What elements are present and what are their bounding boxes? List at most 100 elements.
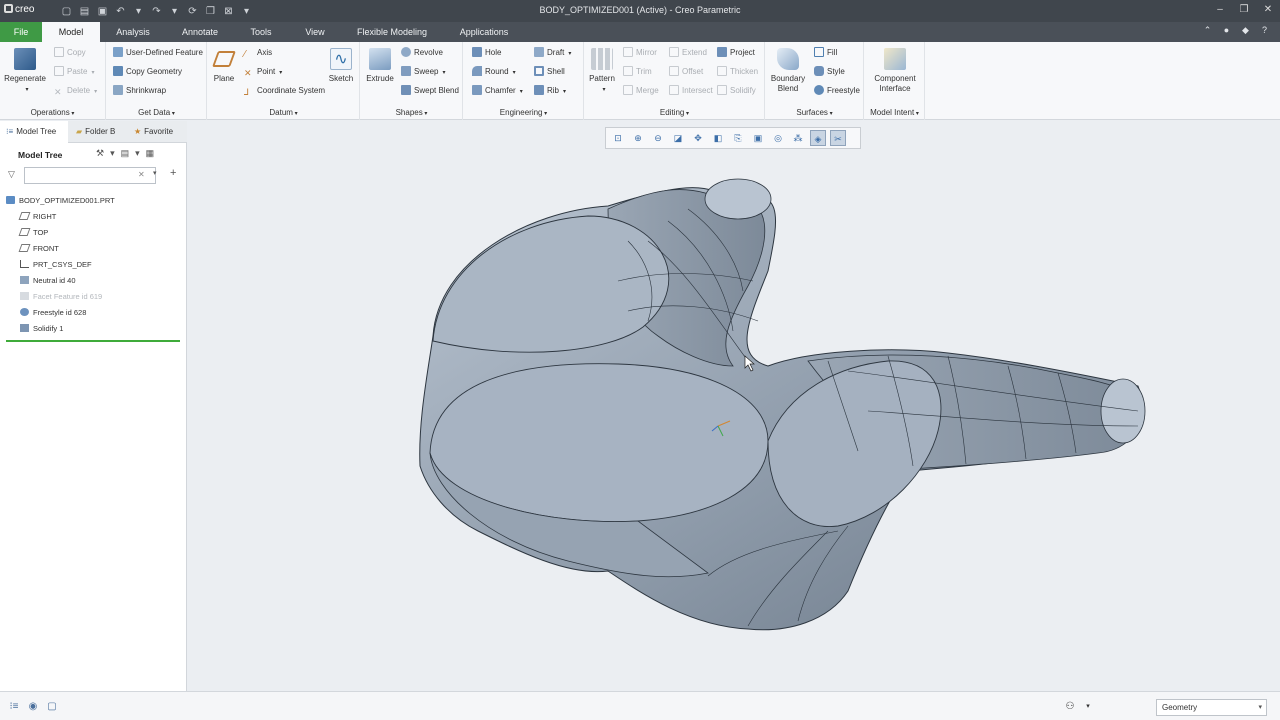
graphics-window[interactable]: ⊡ ⊕ ⊖ ◪ ✥ ◧ ⎘ ▣ ◎ ⁂ ◈ ✂ <box>188 121 1280 691</box>
model-tree-item[interactable]: PRT_CSYS_DEF <box>6 257 182 273</box>
model-tree-item[interactable]: BODY_OPTIMIZED001.PRT <box>6 193 182 209</box>
minimize-icon[interactable]: – <box>1214 3 1226 17</box>
project-button[interactable]: Project <box>717 46 755 60</box>
find-icon[interactable]: ⚇ <box>1064 701 1076 713</box>
axis-button[interactable]: ⁄ Axis <box>244 46 272 60</box>
tab-analysis[interactable]: Analysis <box>108 22 158 42</box>
tab-model[interactable]: Model <box>42 22 100 42</box>
datum-plane-icon <box>18 212 31 220</box>
model-tree-item[interactable]: Solidify 1 <box>6 321 182 337</box>
model-tree-item[interactable]: Neutral id 40 <box>6 273 182 289</box>
tree-show-icon[interactable]: ▤ <box>121 148 130 159</box>
coordinate-system-button[interactable]: ⅃ Coordinate System <box>244 84 325 98</box>
model-tree-item[interactable]: Freestyle id 628 <box>6 305 182 321</box>
swept-blend-icon <box>401 85 411 95</box>
group-label-engineering[interactable]: Engineering <box>464 108 583 117</box>
rib-button[interactable]: Rib ▾ <box>534 84 566 98</box>
tab-flexible-modeling[interactable]: Flexible Modeling <box>350 22 434 42</box>
hat-icon[interactable]: ◆ <box>1240 25 1251 36</box>
extrude-button[interactable]: Extrude <box>363 48 397 84</box>
merge-button[interactable]: Merge <box>623 84 659 98</box>
offset-button[interactable]: Offset <box>669 65 703 79</box>
toggle-fullscreen-icon[interactable]: ▢ <box>46 701 58 713</box>
extend-icon <box>669 47 679 57</box>
toggle-navigator-icon[interactable]: ⁝≡ <box>8 701 20 713</box>
mirror-button[interactable]: Mirror <box>623 46 657 60</box>
group-label-datum[interactable]: Datum <box>208 108 359 117</box>
swept-blend-button[interactable]: Swept Blend <box>401 84 459 98</box>
model-tree-item[interactable]: RIGHT <box>6 209 182 225</box>
model-tree-item[interactable]: FRONT <box>6 241 182 257</box>
freestyle-button[interactable]: Freestyle <box>814 84 860 98</box>
model-tree-item-label: PRT_CSYS_DEF <box>33 260 92 269</box>
tab-applications[interactable]: Applications <box>452 22 516 42</box>
pattern-button[interactable]: Pattern ▾ <box>587 48 617 95</box>
user-defined-feature-button[interactable]: User-Defined Feature <box>113 46 203 60</box>
clear-search-icon[interactable]: ✕ <box>138 170 145 179</box>
tab-favorites[interactable]: ★ Favorite <box>128 121 184 143</box>
hole-button[interactable]: Hole <box>472 46 501 60</box>
selection-filter-dropdown[interactable]: Geometry ▾ <box>1156 699 1267 716</box>
intersect-button[interactable]: Intersect <box>669 84 713 98</box>
tab-tools[interactable]: Tools <box>240 22 282 42</box>
sweep-button[interactable]: Sweep ▾ <box>401 65 445 79</box>
tab-folder-browser[interactable]: ▰ Folder B <box>70 121 126 143</box>
navigator-panel: ⁝≡ Model Tree ▰ Folder B ★ Favorite Model T… <box>0 121 187 691</box>
tree-search-input[interactable] <box>24 167 156 184</box>
close-icon[interactable]: ✕ <box>1262 3 1274 17</box>
group-label-editing[interactable]: Editing <box>585 108 764 117</box>
draft-button[interactable]: Draft ▾ <box>534 46 571 60</box>
model-tree-item-label: BODY_OPTIMIZED001.PRT <box>19 196 115 205</box>
regenerate-button[interactable]: Regenerate ▾ <box>4 48 46 95</box>
location-icon[interactable]: ● <box>1221 25 1232 36</box>
tab-model-tree[interactable]: ⁝≡ Model Tree <box>0 121 68 143</box>
part-body-shape[interactable] <box>419 178 1146 631</box>
tree-filter-icon[interactable]: ▦ <box>146 148 155 159</box>
tab-view[interactable]: View <box>296 22 334 42</box>
revolve-button[interactable]: Revolve <box>401 46 443 60</box>
thicken-button[interactable]: Thicken <box>717 65 758 79</box>
toggle-browser-icon[interactable]: ◉ <box>27 701 39 713</box>
group-label-shapes[interactable]: Shapes <box>361 108 462 117</box>
delete-button[interactable]: ✕ Delete ▾ <box>54 84 97 98</box>
group-label-model-intent[interactable]: Model Intent <box>865 108 924 117</box>
shell-button[interactable]: Shell <box>534 65 565 79</box>
collapse-ribbon-icon[interactable]: ⌃ <box>1202 25 1213 36</box>
tree-settings-dropdown-icon[interactable]: ▾ <box>110 148 115 159</box>
regenerate-icon <box>14 48 36 70</box>
round-button[interactable]: Round ▾ <box>472 65 516 79</box>
paste-button[interactable]: Paste ▾ <box>54 65 94 79</box>
group-label-get-data[interactable]: Get Data <box>107 108 206 117</box>
model-tree-item[interactable]: TOP <box>6 225 182 241</box>
search-options-dropdown-icon[interactable]: ▾ <box>153 169 157 177</box>
tree-settings-icon[interactable]: ⚒ <box>96 148 104 159</box>
add-icon[interactable]: + <box>170 167 176 179</box>
component-interface-button[interactable]: Component Interface <box>871 48 919 94</box>
plane-button[interactable]: Plane <box>210 48 238 84</box>
solidify-button[interactable]: Solidify <box>717 84 756 98</box>
extend-button[interactable]: Extend <box>669 46 707 60</box>
help-icon[interactable]: ? <box>1259 25 1270 36</box>
model-tree-item[interactable]: Facet Feature id 619 <box>6 289 182 305</box>
tab-file[interactable]: File <box>0 22 42 42</box>
insert-here-indicator[interactable] <box>6 340 180 342</box>
group-label-surfaces[interactable]: Surfaces <box>766 108 863 117</box>
find-dropdown-icon[interactable]: ▾ <box>1082 701 1094 713</box>
sketch-button[interactable]: ∿ Sketch <box>326 48 356 84</box>
shrinkwrap-button[interactable]: Shrinkwrap <box>113 84 166 98</box>
chamfer-button[interactable]: Chamfer ▾ <box>472 84 523 98</box>
fill-button[interactable]: Fill <box>814 46 837 60</box>
trim-button[interactable]: Trim <box>623 65 652 79</box>
model-viewport[interactable] <box>188 121 1280 691</box>
copy-geometry-button[interactable]: Copy Geometry <box>113 65 182 79</box>
point-button[interactable]: ✕ Point ▾ <box>244 65 282 79</box>
style-button[interactable]: Style <box>814 65 845 79</box>
facet-feature-icon <box>20 292 29 300</box>
restore-icon[interactable]: ❐ <box>1238 3 1250 17</box>
boundary-blend-button[interactable]: Boundary Blend <box>768 48 808 94</box>
filter-funnel-icon[interactable]: ▽ <box>8 169 15 180</box>
copy-button[interactable]: Copy <box>54 46 86 60</box>
tab-annotate[interactable]: Annotate <box>174 22 226 42</box>
group-label-operations[interactable]: Operations <box>0 108 105 117</box>
tree-show-dropdown-icon[interactable]: ▾ <box>135 148 140 159</box>
